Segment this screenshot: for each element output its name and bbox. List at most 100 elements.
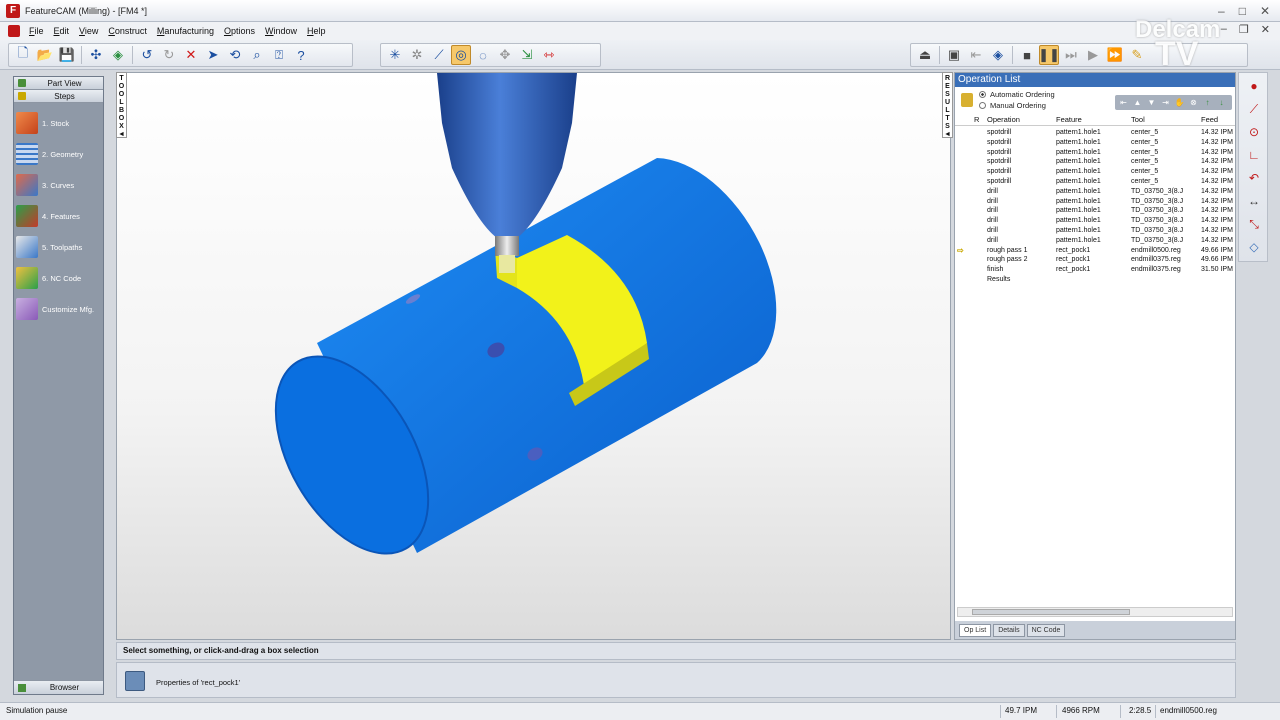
move-first-icon[interactable]: ⇤ [1118, 97, 1129, 108]
results-toggle[interactable]: R E S U L T S ◄ [942, 72, 953, 138]
arrow-down-icon[interactable]: ↓ [1216, 97, 1227, 108]
pan-icon[interactable]: ✥ [495, 45, 515, 65]
delete-icon[interactable]: ✕ [181, 45, 201, 65]
play-icon[interactable]: ▶ [1083, 45, 1103, 65]
surface-tool-icon[interactable]: ◇ [1241, 237, 1267, 257]
menu-window[interactable]: Window [260, 26, 302, 36]
menu-view[interactable]: View [74, 26, 103, 36]
fast-forward-icon[interactable]: ⏩ [1105, 45, 1125, 65]
horizontal-scrollbar[interactable] [957, 607, 1233, 617]
find-icon[interactable]: ⌕ [247, 45, 267, 65]
rotate-view-icon[interactable]: ⟲ [225, 45, 245, 65]
step-stock[interactable]: 1. Stock [16, 110, 104, 136]
browser-tab[interactable]: Browser [14, 680, 103, 694]
point-icon[interactable]: ✳ [385, 45, 405, 65]
tab-op-list[interactable]: Op List [959, 623, 992, 637]
document-icon[interactable] [8, 25, 20, 37]
menu-file[interactable]: File [24, 26, 49, 36]
step-toolpaths[interactable]: 5. Toolpaths [16, 234, 104, 260]
sim-solid-icon[interactable]: ◈ [988, 45, 1008, 65]
whats-this-icon[interactable]: ⍰ [269, 45, 289, 65]
hand-icon[interactable]: ✋ [1174, 97, 1185, 108]
lock-icon[interactable]: ⊗ [1188, 97, 1199, 108]
save-icon[interactable]: 💾 [57, 45, 77, 65]
move-last-icon[interactable]: ⇥ [1160, 97, 1171, 108]
step-geometry[interactable]: 2. Geometry [16, 141, 104, 167]
step-icon[interactable]: ⏭ [1061, 45, 1081, 65]
construction-tool-icon[interactable]: ⤡ [1241, 214, 1267, 234]
part-view-tab[interactable]: Part View [14, 77, 103, 90]
table-row[interactable]: drill pattern1.hole1 TD_03750_3(8.J 14.32 I… [955, 236, 1235, 246]
help-icon[interactable]: ? [291, 45, 311, 65]
line-icon[interactable]: ⟋ [429, 45, 449, 65]
menu-help[interactable]: Help [302, 26, 331, 36]
table-row[interactable]: finish rect_pock1 endmill0375.reg 31.50 IPM [955, 265, 1235, 275]
menu-edit[interactable]: Edit [49, 26, 75, 36]
properties-icon[interactable] [125, 671, 145, 691]
axis-icon[interactable]: ✲ [407, 45, 427, 65]
open-folder-icon[interactable]: 📂 [35, 45, 55, 65]
measure-icon[interactable]: ◎ [451, 45, 471, 65]
steps-tab[interactable]: Steps [14, 90, 103, 103]
new-file-icon[interactable]: 🗋 [13, 45, 33, 65]
arc-icon[interactable]: ◌ [473, 45, 493, 65]
table-row[interactable]: spotdrill pattern1.hole1 center_5 14.32 IPM [955, 138, 1235, 148]
step-curves[interactable]: 3. Curves [16, 172, 104, 198]
toolbox-toggle[interactable]: T O O L B O X ◄ [116, 72, 127, 138]
table-row[interactable]: drill pattern1.hole1 TD_03750_3(8.J 14.32 I… [955, 197, 1235, 207]
tab-nc-code[interactable]: NC Code [1026, 623, 1066, 637]
table-row[interactable]: drill pattern1.hole1 TD_03750_3(8.J 14.32 I… [955, 187, 1235, 197]
table-row[interactable]: spotdrill pattern1.hole1 center_5 14.32 IPM [955, 177, 1235, 187]
table-row[interactable]: rough pass 2 rect_pock1 endmill0375.reg 49.… [955, 255, 1235, 265]
snap-icon[interactable]: ✣ [86, 45, 106, 65]
eject-icon[interactable]: ⏏ [915, 45, 935, 65]
app-icon[interactable]: F [6, 3, 20, 18]
table-row[interactable]: ⇨ rough pass 1 rect_pock1 endmill0500.reg 49… [955, 246, 1235, 256]
table-row[interactable]: drill pattern1.hole1 TD_03750_3(8.J 14.32 I… [955, 206, 1235, 216]
close-icon[interactable]: ✕ [1260, 4, 1270, 18]
doc-minimize-icon[interactable]: – [1221, 23, 1227, 36]
table-row[interactable]: spotdrill pattern1.hole1 center_5 14.32 IPM [955, 167, 1235, 177]
menu-manufacturing[interactable]: Manufacturing [152, 26, 219, 36]
menu-options[interactable]: Options [219, 26, 260, 36]
arc-tool-icon[interactable]: ↶ [1241, 168, 1267, 188]
point-tool-icon[interactable]: ● [1241, 76, 1267, 96]
circle-tool-icon[interactable]: ⊙ [1241, 122, 1267, 142]
sim-rewind-icon[interactable]: ⇤ [966, 45, 986, 65]
pause-icon[interactable]: ❚❚ [1038, 45, 1060, 65]
table-row[interactable]: drill pattern1.hole1 TD_03750_3(8.J 14.32 I… [955, 226, 1235, 236]
table-row[interactable]: spotdrill pattern1.hole1 center_5 14.32 IPM [955, 128, 1235, 138]
tab-details[interactable]: Details [993, 623, 1025, 637]
mirror-icon[interactable]: ⇿ [539, 45, 559, 65]
step-features[interactable]: 4. Features [16, 203, 104, 229]
doc-close-icon[interactable]: ✕ [1261, 23, 1270, 36]
dimension-tool-icon[interactable]: ↔ [1241, 191, 1267, 211]
line-tool-icon[interactable]: ⟋ [1241, 99, 1267, 119]
step-nc-code[interactable]: 6. NC Code [16, 265, 104, 291]
manual-ordering-radio[interactable]: Manual Ordering [979, 101, 1046, 110]
automatic-ordering-radio[interactable]: Automatic Ordering [979, 90, 1055, 99]
stop-icon[interactable]: ■ [1017, 45, 1037, 65]
move-up-icon[interactable]: ▲ [1132, 97, 1143, 108]
move-down-icon[interactable]: ▼ [1146, 97, 1157, 108]
transform-icon[interactable]: ⇲ [517, 45, 537, 65]
column-tool[interactable]: Tool [1131, 115, 1199, 124]
column-feed[interactable]: Feed [1201, 115, 1235, 124]
table-row[interactable]: drill pattern1.hole1 TD_03750_3(8.J 14.32 I… [955, 216, 1235, 226]
arrow-up-icon[interactable]: ↑ [1202, 97, 1213, 108]
corner-tool-icon[interactable]: ∟ [1241, 145, 1267, 165]
step-customize-mfg[interactable]: Customize Mfg. [16, 296, 104, 322]
sim-3d-icon[interactable]: ▣ [944, 45, 964, 65]
menu-construct[interactable]: Construct [103, 26, 152, 36]
undo-icon[interactable]: ↺ [137, 45, 157, 65]
column-operation[interactable]: Operation [987, 115, 1055, 124]
doc-restore-icon[interactable]: ❐ [1239, 23, 1249, 36]
table-row[interactable]: Results [955, 275, 1235, 285]
column-r[interactable]: R [974, 115, 979, 124]
select-mode-icon[interactable]: ◈ [108, 45, 128, 65]
pointer-select-icon[interactable]: ➤ [203, 45, 223, 65]
maximize-icon[interactable]: □ [1239, 4, 1246, 18]
table-row[interactable]: spotdrill pattern1.hole1 center_5 14.32 IPM [955, 157, 1235, 167]
table-row[interactable]: spotdrill pattern1.hole1 center_5 14.32 IPM [955, 148, 1235, 158]
column-feature[interactable]: Feature [1056, 115, 1130, 124]
